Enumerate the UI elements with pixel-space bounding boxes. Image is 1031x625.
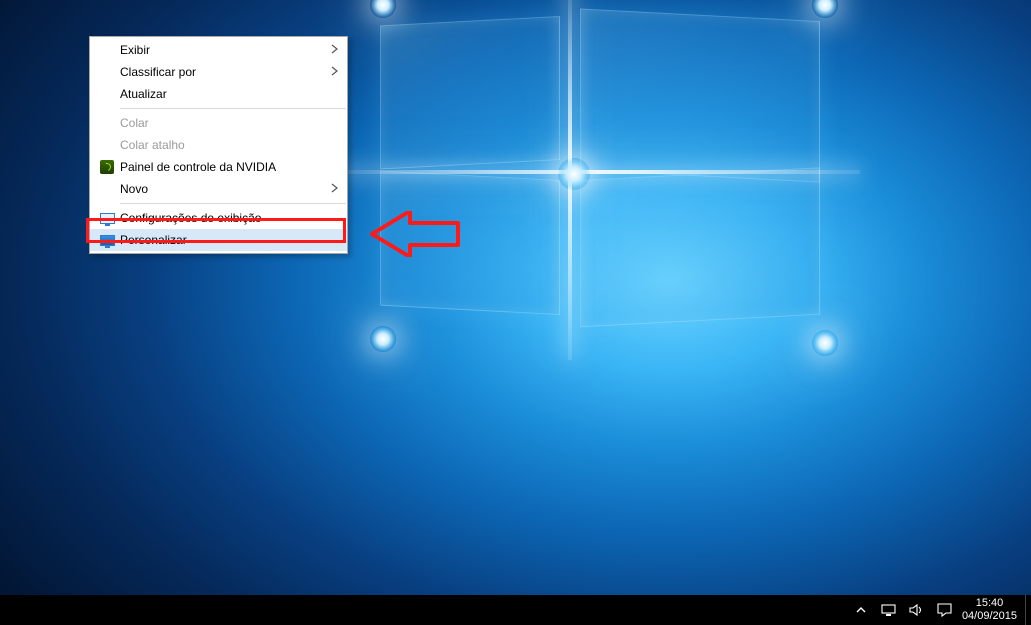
menu-item-label: Colar atalho — [118, 138, 339, 152]
chevron-right-icon — [331, 44, 339, 57]
action-center-icon[interactable] — [936, 601, 954, 619]
menu-item-label: Classificar por — [118, 65, 331, 79]
system-tray — [844, 601, 958, 619]
network-icon[interactable] — [880, 601, 898, 619]
menu-item-label: Atualizar — [118, 87, 339, 101]
taskbar: 15:40 04/09/2015 — [0, 595, 1031, 625]
wallpaper-windows-logo — [380, 0, 880, 360]
menu-item-personalize[interactable]: Personalizar — [90, 229, 347, 251]
taskbar-clock[interactable]: 15:40 04/09/2015 — [958, 597, 1025, 622]
menu-item-nvidia-control-panel[interactable]: Painel de controle da NVIDIA — [90, 156, 347, 178]
menu-item-paste: Colar — [90, 112, 347, 134]
menu-item-label: Configurações de exibição — [118, 211, 339, 225]
chevron-right-icon — [331, 183, 339, 196]
menu-item-label: Painel de controle da NVIDIA — [118, 160, 339, 174]
menu-item-label: Exibir — [118, 43, 331, 57]
tray-chevron-up-icon[interactable] — [852, 601, 870, 619]
menu-separator — [120, 108, 346, 109]
menu-item-paste-shortcut: Colar atalho — [90, 134, 347, 156]
annotation-arrow-icon — [370, 211, 460, 262]
menu-item-view[interactable]: Exibir — [90, 39, 347, 61]
menu-item-refresh[interactable]: Atualizar — [90, 83, 347, 105]
display-icon — [96, 213, 118, 224]
menu-item-label: Personalizar — [118, 233, 339, 247]
menu-separator — [120, 203, 346, 204]
clock-time: 15:40 — [962, 597, 1017, 610]
volume-icon[interactable] — [908, 601, 926, 619]
show-desktop-button[interactable] — [1025, 595, 1031, 625]
menu-item-display-settings[interactable]: Configurações de exibição — [90, 207, 347, 229]
menu-item-sort-by[interactable]: Classificar por — [90, 61, 347, 83]
menu-item-label: Colar — [118, 116, 339, 130]
menu-item-label: Novo — [118, 182, 331, 196]
chevron-right-icon — [331, 66, 339, 79]
nvidia-icon — [96, 160, 118, 174]
clock-date: 04/09/2015 — [962, 610, 1017, 623]
desktop-context-menu: Exibir Classificar por Atualizar Colar C… — [89, 36, 348, 254]
menu-item-new[interactable]: Novo — [90, 178, 347, 200]
personalize-icon — [96, 235, 118, 246]
